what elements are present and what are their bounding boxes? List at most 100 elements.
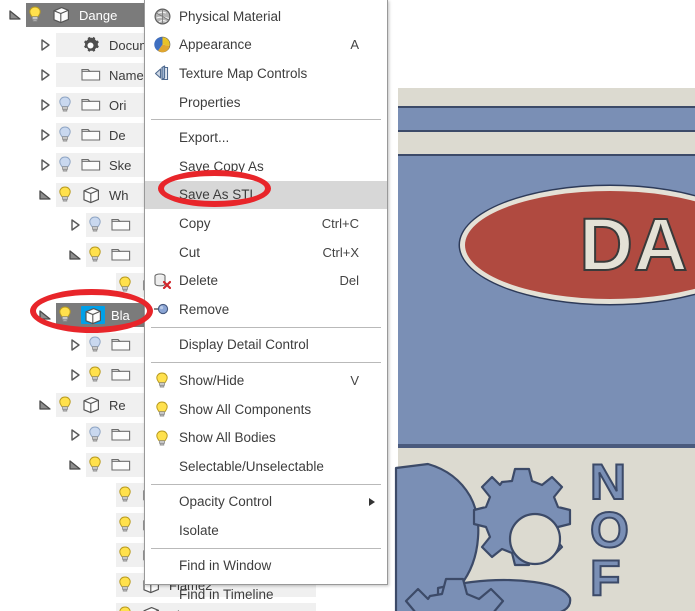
collapse-arrow-icon[interactable] bbox=[38, 308, 52, 322]
arrow-placeholder-icon bbox=[98, 548, 112, 562]
context-menu[interactable]: Physical Material Appearance A Texture Map … bbox=[144, 0, 388, 602]
menu-item-physical-material[interactable]: Physical Material bbox=[145, 2, 387, 31]
menu-item-shortcut: Ctrl+X bbox=[322, 244, 359, 260]
design-viewport[interactable]: DA N O F bbox=[388, 0, 695, 611]
menu-item-delete[interactable]: Delete Del bbox=[145, 266, 387, 295]
tree-item-label: Bla bbox=[111, 307, 130, 323]
expand-arrow-icon[interactable] bbox=[38, 38, 52, 52]
menu-item-show-hide[interactable]: Show/Hide V bbox=[145, 366, 387, 395]
collapse-arrow-icon[interactable] bbox=[68, 248, 82, 262]
menu-item-shortcut: Del bbox=[339, 273, 359, 289]
folder-icon bbox=[111, 426, 133, 444]
menu-item-find-in-window[interactable]: Find in Window bbox=[145, 552, 387, 581]
expand-arrow-icon[interactable] bbox=[68, 218, 82, 232]
folder-icon bbox=[81, 156, 103, 174]
texture-map-icon bbox=[151, 64, 173, 82]
lightbulb-icon[interactable] bbox=[86, 425, 106, 445]
physical-material-icon bbox=[151, 7, 173, 25]
folder-icon bbox=[81, 126, 103, 144]
sign-band-beige-mid bbox=[398, 132, 695, 154]
menu-icon-placeholder bbox=[151, 586, 173, 604]
expand-arrow-icon[interactable] bbox=[38, 128, 52, 142]
expand-arrow-icon[interactable] bbox=[38, 158, 52, 172]
lightbulb-icon[interactable] bbox=[26, 5, 46, 25]
menu-item-label: Delete bbox=[179, 273, 219, 289]
danger-banner-ellipse: DA bbox=[460, 186, 695, 304]
lightbulb-icon[interactable] bbox=[86, 215, 106, 235]
arrow-placeholder-icon bbox=[98, 488, 112, 502]
menu-item-copy[interactable]: Copy Ctrl+C bbox=[145, 209, 387, 238]
lightbulb-icon[interactable] bbox=[116, 545, 136, 565]
menu-item-show-all-components[interactable]: Show All Components bbox=[145, 395, 387, 424]
lightbulb-icon[interactable] bbox=[86, 365, 106, 385]
menu-item-show-all-bodies[interactable]: Show All Bodies bbox=[145, 423, 387, 452]
menu-item-shortcut: Ctrl+C bbox=[321, 215, 359, 231]
menu-item-isolate[interactable]: Isolate bbox=[145, 516, 387, 545]
menu-item-label: Show All Bodies bbox=[179, 430, 276, 446]
arrow-placeholder-icon bbox=[98, 578, 112, 592]
lightbulb-icon[interactable] bbox=[116, 275, 136, 295]
menu-separator bbox=[151, 119, 381, 121]
lightbulb-icon[interactable] bbox=[116, 515, 136, 535]
gear-icon bbox=[81, 36, 103, 54]
expand-arrow-icon[interactable] bbox=[68, 368, 82, 382]
collapse-arrow-icon[interactable] bbox=[68, 458, 82, 472]
lightbulb-icon[interactable] bbox=[116, 605, 136, 611]
lightbulb-icon[interactable] bbox=[56, 185, 76, 205]
menu-item-find-in-timeline[interactable]: Find in Timeline bbox=[145, 580, 387, 609]
menu-item-save-as-stl[interactable]: Save As STL bbox=[145, 180, 387, 210]
component-icon bbox=[51, 6, 73, 24]
menu-item-label: Physical Material bbox=[179, 8, 282, 24]
lightbulb-icon[interactable] bbox=[86, 335, 106, 355]
menu-item-selectable[interactable]: Selectable/Unselectable bbox=[145, 452, 387, 481]
body-icon bbox=[81, 396, 103, 414]
menu-icon-placeholder bbox=[151, 243, 173, 261]
menu-item-properties[interactable]: Properties bbox=[145, 88, 387, 117]
menu-icon-placeholder bbox=[151, 157, 173, 175]
menu-icon-placeholder bbox=[151, 557, 173, 575]
menu-item-label: Export... bbox=[179, 130, 230, 146]
sign-band-blue bbox=[398, 108, 695, 130]
lightbulb-icon[interactable] bbox=[116, 575, 136, 595]
application-window: DA N O F Dange Docume Named V Ori De Ske… bbox=[0, 0, 695, 611]
menu-item-label: Save As STL bbox=[179, 187, 258, 203]
lightbulb-icon[interactable] bbox=[56, 305, 76, 325]
lightbulb-icon[interactable] bbox=[116, 485, 136, 505]
menu-item-save-copy-as[interactable]: Save Copy As bbox=[145, 152, 387, 181]
menu-item-label: Save Copy As bbox=[179, 158, 264, 174]
menu-item-display-detail-control[interactable]: Display Detail Control bbox=[145, 331, 387, 360]
lightbulb-icon[interactable] bbox=[56, 125, 76, 145]
menu-item-label: Show/Hide bbox=[179, 372, 245, 388]
menu-item-opacity-control[interactable]: Opacity Control bbox=[145, 488, 387, 517]
lightbulb-icon[interactable] bbox=[86, 245, 106, 265]
submenu-arrow-icon bbox=[369, 497, 375, 506]
menu-icon-placeholder bbox=[151, 457, 173, 475]
tree-item-label: Re bbox=[109, 397, 126, 413]
folder-icon bbox=[81, 66, 103, 84]
menu-item-texture-map-controls[interactable]: Texture Map Controls bbox=[145, 59, 387, 88]
lightbulb-icon[interactable] bbox=[56, 95, 76, 115]
expand-arrow-icon[interactable] bbox=[68, 428, 82, 442]
expand-arrow-icon[interactable] bbox=[68, 338, 82, 352]
menu-item-appearance[interactable]: Appearance A bbox=[145, 31, 387, 60]
lightbulb-icon[interactable] bbox=[86, 455, 106, 475]
collapse-arrow-icon[interactable] bbox=[8, 8, 22, 22]
hand-in-gears-icon bbox=[394, 462, 572, 611]
lightbulb-icon[interactable] bbox=[56, 395, 76, 415]
menu-separator bbox=[151, 362, 381, 364]
expand-arrow-icon[interactable] bbox=[38, 98, 52, 112]
sign-upper-panel: DA N O F bbox=[394, 156, 695, 611]
menu-separator bbox=[151, 326, 381, 328]
collapse-arrow-icon[interactable] bbox=[38, 398, 52, 412]
menu-separator bbox=[151, 547, 381, 549]
lightbulb-icon[interactable] bbox=[56, 155, 76, 175]
collapse-arrow-icon[interactable] bbox=[38, 188, 52, 202]
menu-item-export[interactable]: Export... bbox=[145, 123, 387, 152]
menu-item-label: Isolate bbox=[179, 522, 219, 538]
expand-arrow-icon[interactable] bbox=[38, 68, 52, 82]
menu-item-remove[interactable]: Remove bbox=[145, 295, 387, 324]
menu-item-cut[interactable]: Cut Ctrl+X bbox=[145, 238, 387, 267]
arrow-placeholder-icon bbox=[98, 278, 112, 292]
menu-item-label: Find in Window bbox=[179, 558, 272, 574]
folder-icon bbox=[81, 96, 103, 114]
